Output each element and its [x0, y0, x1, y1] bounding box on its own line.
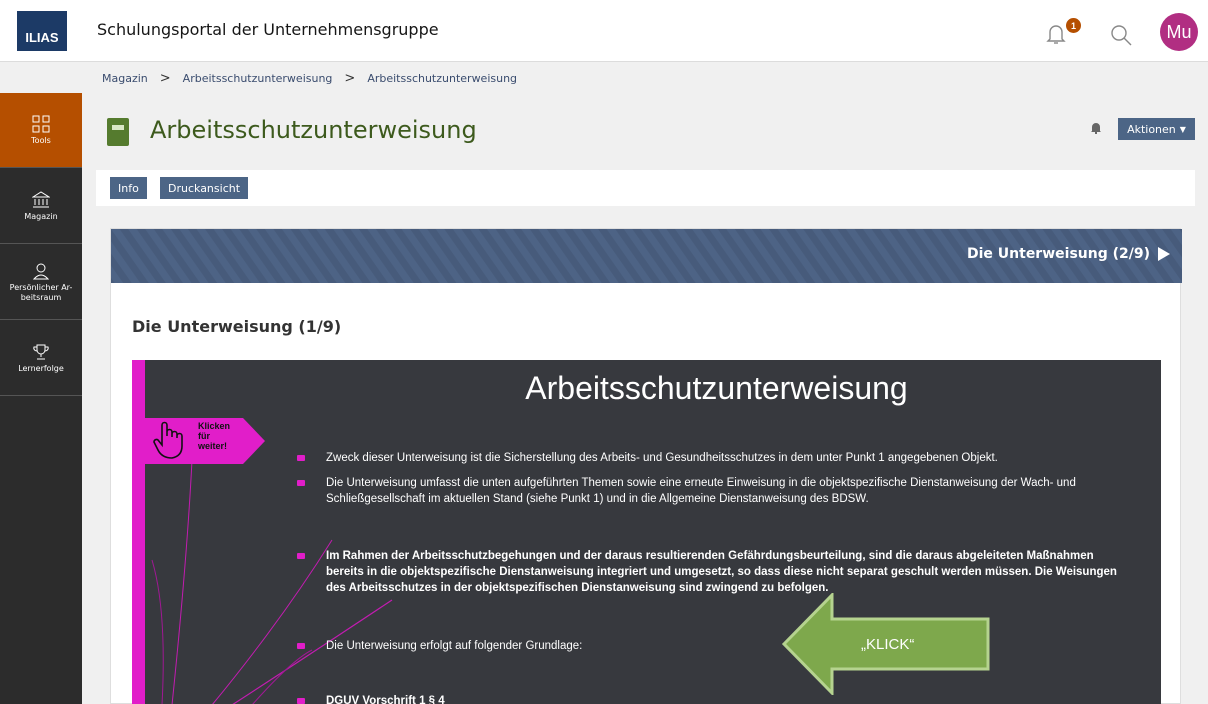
klick-arrow-label: „KLICK“ [861, 636, 915, 653]
trophy-icon [33, 344, 49, 359]
grid-icon [32, 115, 50, 132]
user-icon [32, 263, 50, 279]
play-right-icon [1158, 247, 1170, 261]
bullet-item: DGUV Vorschrift 1 § 4 [297, 693, 1127, 704]
caret-down-icon: ▼ [1179, 124, 1186, 134]
tab-info[interactable]: Info [110, 177, 147, 199]
sidebar-item-magazin[interactable]: Magazin [0, 169, 82, 244]
actions-dropdown-button[interactable]: Aktionen ▼ [1118, 118, 1195, 140]
sub-tab-bar: Info Druckansicht [96, 170, 1195, 206]
user-avatar[interactable]: Mu [1160, 13, 1198, 51]
slide-title: Arbeitsschutzunterweisung [525, 370, 908, 406]
sidebar-item-label: Lernerfolge [18, 363, 64, 373]
bank-icon [32, 190, 50, 207]
search-icon[interactable] [1110, 24, 1132, 46]
notification-toggle-icon[interactable] [1090, 121, 1102, 134]
sidebar-item-tools[interactable]: Tools [0, 93, 82, 168]
notification-count-badge: 1 [1066, 18, 1081, 33]
bullet-item: Die Unterweisung erfolgt auf folgender G… [297, 638, 1127, 654]
breadcrumb-item[interactable]: Arbeitsschutzunterweisung [183, 72, 333, 85]
actions-label: Aktionen [1127, 122, 1176, 136]
content-panel: Die Unterweisung (2/9) Die Unterweisung … [110, 228, 1182, 704]
bullet-item: Zweck dieser Unterweisung ist die Sicher… [297, 450, 1127, 466]
page-navigation-band: Die Unterweisung (2/9) [111, 229, 1182, 283]
learning-module-icon [107, 118, 129, 146]
page-title: Arbeitsschutzunterweisung [150, 116, 477, 144]
breadcrumb-item[interactable]: Magazin [102, 72, 148, 85]
ilias-logo[interactable]: ILIAS [17, 11, 67, 51]
chevron-right-icon: > [344, 71, 356, 86]
sidebar-item-lernerfolge[interactable]: Lernerfolge [0, 321, 82, 396]
klicken-line: weiter! [198, 441, 228, 451]
presentation-slide[interactable]: Arbeitsschutzunterweisung Klicken für we… [132, 360, 1161, 704]
sidebar-item-persoenlicher-arbeitsraum[interactable]: Persönlicher Ar-beitsraum [0, 245, 82, 320]
sidebar-item-label: Tools [31, 135, 51, 145]
section-title: Die Unterweisung (1/9) [132, 317, 342, 336]
bullet-item: Die Unterweisung umfasst die unten aufge… [297, 475, 1127, 507]
klicken-text: Klicken für weiter! [198, 421, 230, 451]
next-page-link[interactable]: Die Unterweisung (2/9) [967, 246, 1170, 262]
sidebar-item-label: Magazin [24, 211, 58, 221]
breadcrumb-item[interactable]: Arbeitsschutzunterweisung [367, 72, 517, 85]
chevron-right-icon: > [159, 71, 171, 86]
breadcrumb: Magazin > Arbeitsschutzunterweisung > Ar… [102, 71, 517, 86]
portal-title[interactable]: Schulungsportal der Unternehmensgruppe [97, 20, 439, 39]
klicken-line: Klicken [198, 421, 231, 431]
top-bar: ILIAS Schulungsportal der Unternehmensgr… [0, 0, 1208, 62]
tab-druckansicht[interactable]: Druckansicht [160, 177, 249, 199]
notification-bell-icon[interactable] [1044, 22, 1068, 46]
logo-text: ILIAS [25, 30, 59, 45]
pointer-hand-icon [153, 421, 183, 459]
bullet-item: Im Rahmen der Arbeitsschutzbegehungen un… [297, 548, 1127, 596]
sidebar-item-label: Persönlicher Ar-beitsraum [9, 282, 73, 302]
klicken-line: für [198, 431, 210, 441]
next-page-label: Die Unterweisung (2/9) [967, 246, 1150, 262]
main-sidebar: Tools Magazin Persönlicher Ar-beitsraum … [0, 93, 82, 704]
